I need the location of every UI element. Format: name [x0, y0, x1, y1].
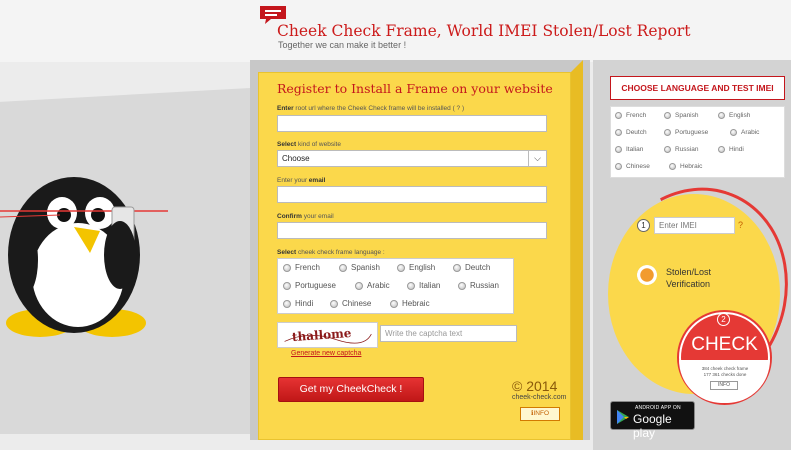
test-lang-chinese[interactable]: Chinese — [615, 163, 650, 170]
radio-icon — [718, 146, 725, 153]
imei-input[interactable]: Enter IMEI — [654, 217, 735, 234]
info-button[interactable]: ℹINFO — [520, 407, 560, 421]
radio-icon — [615, 112, 622, 119]
radio-icon — [330, 299, 338, 308]
frame-lang-hebraic[interactable]: Hebraic — [390, 299, 430, 308]
frame-lang-russian[interactable]: Russian — [458, 281, 499, 290]
site-url: cheek-check.com — [512, 394, 567, 401]
store-badge-small: ANDROID APP ON — [635, 405, 681, 411]
captcha-image: thallome — [277, 322, 378, 348]
radio-icon — [730, 129, 737, 136]
confirm-email-input[interactable] — [277, 222, 547, 239]
test-lang-deutch[interactable]: Deutch — [615, 129, 647, 136]
radio-icon — [283, 281, 291, 290]
root-url-label: Enter root url where the Cheek Check fra… — [277, 105, 465, 112]
penguin-mascot-illustration — [0, 177, 168, 337]
test-lang-english[interactable]: English — [718, 112, 750, 119]
verification-label: Stolen/Lost Verification — [666, 267, 712, 289]
frame-language-label: Select cheek check frame language : — [277, 249, 385, 256]
radio-icon — [397, 263, 405, 272]
check-button-label[interactable]: CHECK — [679, 334, 770, 356]
google-play-badge[interactable]: ANDROID APP ON Google play — [610, 401, 695, 440]
verification-radio[interactable] — [637, 265, 657, 285]
panel-3d-edge — [571, 60, 583, 440]
frame-lang-arabic[interactable]: Arabic — [355, 281, 390, 290]
test-lang-hebraic[interactable]: Hebraic — [669, 163, 702, 170]
register-panel-title: Register to Install a Frame on your webs… — [277, 81, 553, 96]
radio-icon — [355, 281, 363, 290]
check-stats: 384 cheek check frame 177 361 checks done — [701, 366, 749, 377]
test-lang-french[interactable]: French — [615, 112, 646, 119]
website-kind-selected: Choose — [282, 154, 310, 163]
frame-lang-italian[interactable]: Italian — [407, 281, 440, 290]
frame-lang-chinese[interactable]: Chinese — [330, 299, 371, 308]
chevron-down-icon[interactable]: ⌵ — [528, 151, 546, 166]
radio-icon — [664, 129, 671, 136]
step-2-badge: 2 — [717, 313, 730, 326]
captcha-input[interactable]: Write the captcha text — [380, 325, 517, 342]
test-lang-italian[interactable]: Italian — [615, 146, 643, 153]
radio-icon — [458, 281, 466, 290]
radio-icon — [407, 281, 415, 290]
root-url-input[interactable] — [277, 115, 547, 132]
help-icon[interactable]: ? — [738, 220, 743, 230]
captcha-placeholder: Write the captcha text — [385, 329, 463, 338]
generate-captcha-link[interactable]: Generate new captcha — [291, 350, 361, 357]
radio-icon — [664, 112, 671, 119]
radio-icon — [453, 263, 461, 272]
frame-lang-english[interactable]: English — [397, 263, 435, 272]
radio-icon — [283, 263, 291, 272]
google-play-icon — [617, 410, 629, 424]
test-lang-spanish[interactable]: Spanish — [664, 112, 699, 119]
radio-icon — [718, 112, 725, 119]
radio-icon — [615, 146, 622, 153]
radio-icon — [615, 129, 622, 136]
check-info-button[interactable]: INFO — [710, 381, 738, 390]
frame-lang-hindi[interactable]: Hindi — [283, 299, 313, 308]
radio-icon — [339, 263, 347, 272]
email-input[interactable] — [277, 186, 547, 203]
test-lang-portuguese[interactable]: Portuguese — [664, 129, 708, 136]
test-lang-arabic[interactable]: Arabic — [730, 129, 759, 136]
choose-language-button[interactable]: CHOOSE LANGUAGE AND TEST IMEI — [610, 76, 785, 100]
store-badge-big: Google play — [633, 412, 672, 440]
radio-icon — [669, 163, 676, 170]
test-lang-hindi[interactable]: Hindi — [718, 146, 744, 153]
radio-icon — [390, 299, 398, 308]
get-cheekcheck-button[interactable]: Get my CheekCheck ! — [278, 377, 424, 402]
site-title: Cheek Check Frame, World IMEI Stolen/Los… — [277, 22, 691, 40]
email-label: Enter your email — [277, 177, 326, 184]
confirm-email-label: Confirm your email — [277, 213, 334, 220]
website-kind-select[interactable]: Choose ⌵ — [277, 150, 547, 167]
frame-lang-spanish[interactable]: Spanish — [339, 263, 380, 272]
frame-lang-french[interactable]: French — [283, 263, 320, 272]
imei-placeholder: Enter IMEI — [659, 221, 697, 230]
radio-icon — [283, 299, 291, 308]
step-1-badge: 1 — [637, 219, 650, 232]
frame-lang-deutch[interactable]: Deutch — [453, 263, 490, 272]
website-kind-label: Select kind of website — [277, 141, 341, 148]
radio-icon — [664, 146, 671, 153]
site-tagline: Together we can make it better ! — [278, 40, 407, 50]
copyright: © 2014 — [512, 378, 558, 394]
test-lang-russian[interactable]: Russian — [664, 146, 698, 153]
radio-icon — [615, 163, 622, 170]
frame-lang-portuguese[interactable]: Portuguese — [283, 281, 336, 290]
